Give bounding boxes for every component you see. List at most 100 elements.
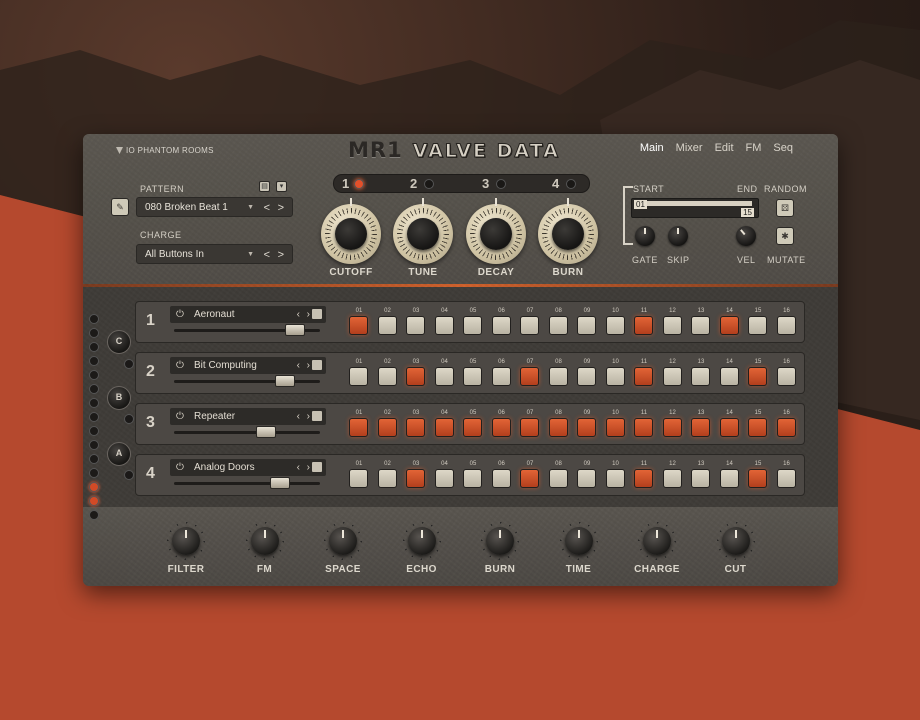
step-button[interactable] xyxy=(691,367,710,386)
step-button[interactable] xyxy=(406,418,425,437)
power-icon[interactable]: ⏻ xyxy=(176,357,184,374)
dice-icon[interactable] xyxy=(312,462,322,472)
step-button[interactable] xyxy=(434,469,454,488)
step-button[interactable] xyxy=(377,469,397,488)
power-icon[interactable]: ⏻ xyxy=(176,408,184,425)
step-button[interactable] xyxy=(406,367,425,386)
step-range-bar[interactable]: 01 15 xyxy=(631,198,759,218)
decay-knob[interactable] xyxy=(466,198,526,264)
step-button[interactable] xyxy=(349,418,368,437)
end-value[interactable]: 15 xyxy=(741,208,754,217)
fm-fx-knob[interactable] xyxy=(245,522,284,560)
bank-2-led[interactable] xyxy=(424,179,434,189)
track-prev-button[interactable]: ‹ xyxy=(297,408,300,425)
charge-next-button[interactable]: > xyxy=(278,245,284,265)
step-button[interactable] xyxy=(491,418,511,437)
step-button[interactable] xyxy=(719,316,739,335)
step-button[interactable] xyxy=(377,367,397,386)
charge-select[interactable]: All Buttons In ▼ < > xyxy=(136,244,293,264)
step-button[interactable] xyxy=(434,367,454,386)
power-icon[interactable]: ⏻ xyxy=(176,459,184,476)
step-button[interactable] xyxy=(634,316,653,335)
step-button[interactable] xyxy=(748,367,767,386)
gate-knob[interactable] xyxy=(635,226,655,246)
track-name-field[interactable]: ⏻ Bit Computing ‹ › xyxy=(170,357,326,374)
bank-4-led[interactable] xyxy=(566,179,576,189)
nav-seq[interactable]: Seq xyxy=(773,142,793,154)
space-fx-knob[interactable] xyxy=(324,522,362,560)
time-fx-knob[interactable] xyxy=(559,522,598,560)
track-next-button[interactable]: › xyxy=(307,306,310,323)
pattern-select[interactable]: 080 Broken Beat 1 ▼ < > xyxy=(136,197,293,217)
step-button[interactable] xyxy=(634,469,653,488)
track-level-slider[interactable] xyxy=(174,324,320,336)
step-button[interactable] xyxy=(463,469,482,488)
step-button[interactable] xyxy=(548,469,568,488)
step-button[interactable] xyxy=(548,316,568,335)
step-button[interactable] xyxy=(776,469,796,488)
step-button[interactable] xyxy=(349,469,368,488)
burn-knob[interactable] xyxy=(538,198,598,264)
step-button[interactable] xyxy=(605,367,625,386)
step-button[interactable] xyxy=(605,418,625,437)
step-button[interactable] xyxy=(463,367,482,386)
dice-icon[interactable]: ⚄ xyxy=(776,199,794,217)
nav-main[interactable]: Main xyxy=(640,142,664,154)
step-button[interactable] xyxy=(691,469,710,488)
vel-knob[interactable] xyxy=(736,226,756,246)
step-button[interactable] xyxy=(377,418,397,437)
step-button[interactable] xyxy=(548,418,568,437)
side-button-a[interactable]: A xyxy=(107,442,131,466)
cut-fx-knob[interactable] xyxy=(716,522,755,560)
dice-icon[interactable] xyxy=(312,360,322,370)
dice-icon[interactable] xyxy=(312,309,322,319)
slider-handle[interactable] xyxy=(256,426,276,438)
step-button[interactable] xyxy=(491,316,511,335)
step-button[interactable] xyxy=(748,316,767,335)
save-icon[interactable]: ▤ xyxy=(259,181,270,192)
track-prev-button[interactable]: ‹ xyxy=(297,357,300,374)
step-button[interactable] xyxy=(748,418,767,437)
step-button[interactable] xyxy=(349,367,368,386)
step-button[interactable] xyxy=(691,316,710,335)
step-button[interactable] xyxy=(491,469,511,488)
mutate-icon[interactable]: ✱ xyxy=(776,227,794,245)
track-prev-button[interactable]: ‹ xyxy=(297,459,300,476)
step-button[interactable] xyxy=(691,418,710,437)
step-button[interactable] xyxy=(605,469,625,488)
step-button[interactable] xyxy=(377,316,397,335)
track-next-button[interactable]: › xyxy=(307,408,310,425)
step-button[interactable] xyxy=(662,418,682,437)
step-button[interactable] xyxy=(520,367,539,386)
step-button[interactable] xyxy=(719,367,739,386)
slider-handle[interactable] xyxy=(285,324,305,336)
step-button[interactable] xyxy=(349,316,368,335)
bank-1-led[interactable] xyxy=(354,179,364,189)
step-button[interactable] xyxy=(662,367,682,386)
step-button[interactable] xyxy=(491,367,511,386)
step-button[interactable] xyxy=(634,367,653,386)
track-prev-button[interactable]: ‹ xyxy=(297,306,300,323)
track-level-slider[interactable] xyxy=(174,375,320,387)
step-button[interactable] xyxy=(776,316,796,335)
nav-fm[interactable]: FM xyxy=(746,142,762,154)
step-button[interactable] xyxy=(605,316,625,335)
bank-3-led[interactable] xyxy=(496,179,506,189)
bank-2-label[interactable]: 2 xyxy=(410,175,417,192)
bank-1-label[interactable]: 1 xyxy=(342,175,349,192)
slider-handle[interactable] xyxy=(275,375,295,387)
step-button[interactable] xyxy=(434,418,454,437)
bank-4-label[interactable]: 4 xyxy=(552,175,559,192)
burn-fx-knob[interactable] xyxy=(481,522,519,560)
step-button[interactable] xyxy=(719,469,739,488)
echo-fx-knob[interactable] xyxy=(402,522,441,560)
menu-icon[interactable]: ▾ xyxy=(276,181,287,192)
pattern-prev-button[interactable]: < xyxy=(264,198,270,218)
pattern-edit-icon[interactable]: ✎ xyxy=(111,198,129,216)
step-button[interactable] xyxy=(662,469,682,488)
tune-knob[interactable] xyxy=(393,198,453,264)
step-button[interactable] xyxy=(776,367,796,386)
step-button[interactable] xyxy=(520,316,539,335)
track-name-field[interactable]: ⏻ Aeronaut ‹ › xyxy=(170,306,326,323)
side-button-c[interactable]: C xyxy=(107,330,131,354)
